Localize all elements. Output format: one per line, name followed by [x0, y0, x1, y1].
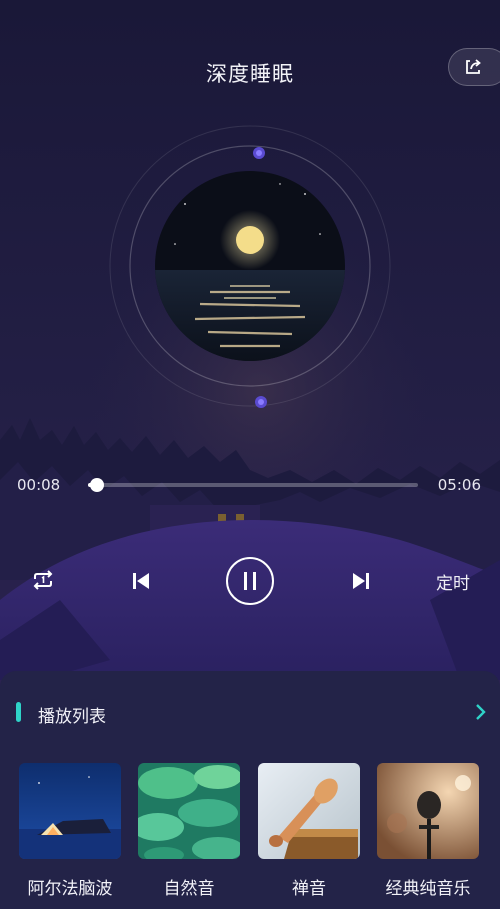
playlist-card-label: 经典纯音乐 [385, 879, 471, 899]
progress-bar[interactable] [88, 478, 418, 492]
pause-icon [244, 572, 256, 590]
playlist-panel: 播放列表 阿尔法脑波 自然音 禅音 经典纯音乐 [0, 671, 500, 909]
next-icon [353, 573, 369, 589]
repeat-button[interactable] [28, 566, 58, 594]
playlist-card-classical[interactable] [377, 763, 479, 859]
album-artwork [109, 125, 391, 408]
nature-thumbnail [138, 763, 240, 859]
alpha-waves-thumbnail [19, 763, 121, 859]
playlist-card-alpha-waves[interactable] [19, 763, 121, 859]
chevron-right-icon [476, 704, 486, 720]
total-time: 05:06 [437, 476, 481, 494]
playlist-card-label: 阿尔法脑波 [27, 879, 113, 899]
playlist-card-label: 禅音 [292, 879, 326, 899]
previous-icon [133, 573, 149, 589]
previous-button[interactable] [128, 568, 154, 594]
playlist-card-label: 自然音 [163, 879, 215, 899]
timer-button[interactable]: 定时 [436, 569, 470, 594]
classical-thumbnail [377, 763, 479, 859]
share-button[interactable] [448, 48, 500, 86]
next-button[interactable] [348, 568, 374, 594]
progress-thumb[interactable] [89, 478, 104, 492]
play-pause-button[interactable] [226, 557, 274, 605]
zen-thumbnail [258, 763, 360, 859]
playlist-title: 播放列表 [38, 707, 106, 727]
page-title: 深度睡眠 [206, 62, 294, 86]
repeat-icon [33, 570, 53, 590]
playlist-more-button[interactable] [474, 701, 488, 727]
section-accent-bar [16, 702, 21, 722]
current-time: 00:08 [17, 476, 61, 494]
playlist-card-zen[interactable] [258, 763, 360, 859]
share-icon [466, 59, 481, 74]
playlist-card-nature[interactable] [138, 763, 240, 859]
